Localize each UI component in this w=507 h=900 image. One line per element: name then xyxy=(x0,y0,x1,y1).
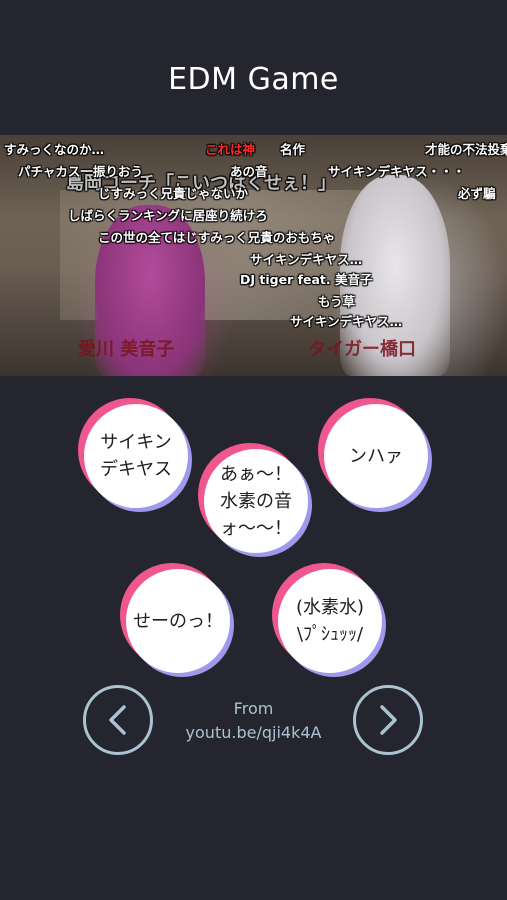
video-caption-right: タイガー橋口 xyxy=(308,339,416,360)
app-screen: EDM Game 愛川 美音子 タイガー橋口 島岡コーチ「こいつはくせぇ！」 す… xyxy=(0,0,507,900)
video-comment: サイキンデキヤス… xyxy=(290,314,403,329)
sound-button-suisosui-pushu[interactable]: (水素水) \ﾌﾟｼｭｯｯ/ xyxy=(272,563,386,677)
sound-button-label: ンハァ xyxy=(324,404,428,508)
source-from-label: From xyxy=(233,699,274,718)
page-title: EDM Game xyxy=(168,62,339,97)
sound-button-nhaa[interactable]: ンハァ xyxy=(318,398,432,512)
video-comment: サイキンデキヤス・・・ xyxy=(328,164,466,179)
video-comment: パチャカス一振りおう xyxy=(18,164,143,179)
source-link[interactable]: youtu.be/qji4k4A xyxy=(186,723,322,742)
video-comment: しばらくランキングに居座り続けろ xyxy=(68,208,268,223)
video-player[interactable]: 愛川 美音子 タイガー橋口 島岡コーチ「こいつはくせぇ！」 すみっくなのか… こ… xyxy=(0,135,507,376)
video-comment: 名作 xyxy=(280,142,306,157)
sound-button-label: (水素水) \ﾌﾟｼｭｯｯ/ xyxy=(278,569,382,673)
sound-button-label: あぁ～！ 水素の音 ォ～～！ xyxy=(204,449,308,553)
sound-button-label: サイキン デキヤス xyxy=(84,404,188,508)
previous-button[interactable] xyxy=(83,685,153,755)
video-comment: サイキンデキヤス… xyxy=(250,252,363,267)
video-comment: すみっくなのか… xyxy=(4,142,105,157)
video-comment: この世の全てはじすみっく兄貴のおもちゃ xyxy=(98,230,336,245)
source-info: From youtu.be/qji4k4A xyxy=(160,697,347,745)
next-button[interactable] xyxy=(353,685,423,755)
video-comment: もう草 xyxy=(318,294,356,309)
sound-button-label: せーのっ！ xyxy=(126,569,230,673)
video-caption-left: 愛川 美音子 xyxy=(78,339,175,360)
chevron-right-icon xyxy=(380,705,397,735)
video-comment: あの音 xyxy=(230,164,268,179)
video-comment: これは神 xyxy=(205,142,256,157)
sound-button-seeno[interactable]: せーのっ！ xyxy=(120,563,234,677)
chevron-left-icon xyxy=(109,705,126,735)
video-comment: DJ tiger feat. 美音子 xyxy=(240,272,373,287)
video-comment: じすみっく兄貴じゃないか xyxy=(98,186,249,201)
sound-button-saikin-dekiyasu[interactable]: サイキン デキヤス xyxy=(78,398,192,512)
sound-button-suiso-no-oto[interactable]: あぁ～！ 水素の音 ォ～～！ xyxy=(198,443,312,557)
video-comment: 才能の不法投棄 xyxy=(425,142,507,157)
video-comment: 必ず騙 xyxy=(458,186,496,201)
